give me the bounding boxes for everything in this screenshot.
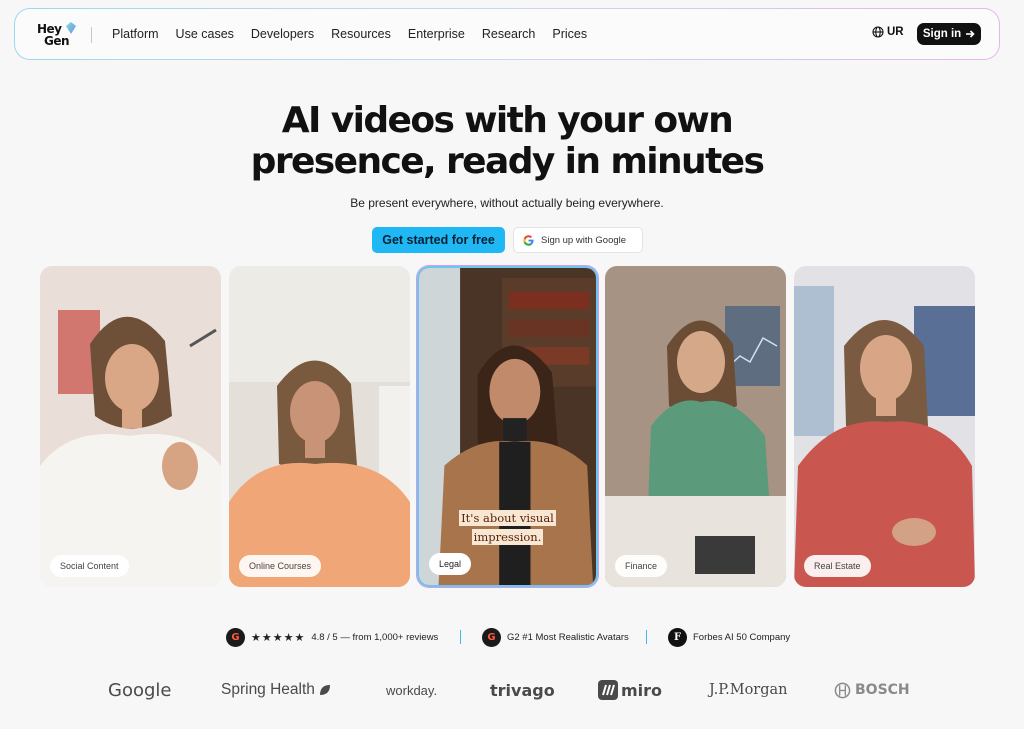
video-card-social-content[interactable]: Social Content (40, 266, 221, 587)
nav-link-use-cases[interactable]: Use cases (176, 27, 234, 41)
miro-icon (598, 680, 618, 700)
nav-link-developers[interactable]: Developers (251, 27, 314, 41)
logo-miro-text: miro (621, 680, 663, 700)
forbes-award: F Forbes AI 50 Company (668, 626, 790, 648)
logo-divider (91, 27, 92, 43)
nav-link-platform[interactable]: Platform (112, 27, 159, 41)
nav-link-enterprise[interactable]: Enterprise (408, 27, 465, 41)
get-started-button[interactable]: Get started for free (372, 227, 505, 253)
hero-headline: AI videos with your own presence, ready … (0, 100, 1014, 182)
nav-link-resources[interactable]: Resources (331, 27, 391, 41)
logo-trivago: trivago (490, 680, 555, 700)
leaf-icon (319, 685, 330, 695)
presenter-video-thumbnail (794, 266, 975, 587)
g2-award: G G2 #1 Most Realistic Avatars (482, 626, 629, 648)
video-card-finance[interactable]: Finance (605, 266, 786, 587)
nav-link-prices[interactable]: Prices (552, 27, 587, 41)
language-selector[interactable]: UR (872, 26, 904, 38)
logo-spring-health: Spring Health (221, 672, 332, 708)
social-proof-bar: G ★★★★★ 4.8 / 5 — from 1,000+ reviews G … (0, 626, 1014, 648)
rating-text: 4.8 / 5 — from 1,000+ reviews (311, 631, 439, 643)
google-icon (523, 234, 534, 246)
globe-icon (872, 26, 884, 38)
logo-text-gen: Gen (44, 34, 70, 48)
heygen-logo[interactable]: Hey Gen (37, 21, 79, 49)
g2-rating: G ★★★★★ 4.8 / 5 — from 1,000+ reviews (226, 626, 438, 648)
top-navbar: Hey Gen Platform Use cases Developers Re… (14, 8, 1000, 60)
bosch-icon (834, 682, 851, 698)
arrow-right-icon (966, 30, 975, 38)
google-signup-label: Sign up with Google (541, 234, 627, 246)
proof-divider (646, 630, 647, 644)
google-signup-button[interactable]: Sign up with Google (513, 227, 643, 253)
card-label: Social Content (50, 555, 129, 577)
presenter-video-thumbnail (40, 266, 221, 587)
g2-badge-icon: G (482, 627, 501, 647)
logo-spring-health-text: Spring Health (221, 681, 315, 698)
logo-miro: miro (598, 672, 662, 708)
sign-in-label: Sign in (922, 28, 962, 40)
logo-bosch: BOSCH (834, 672, 910, 708)
g2-badge-icon: G (226, 627, 245, 647)
card-label: Online Courses (239, 555, 322, 577)
hero-headline-line1: AI videos with your own (281, 100, 734, 141)
video-card-real-estate[interactable]: Real Estate (794, 266, 975, 587)
video-caption-line1: It's about visual (459, 510, 556, 526)
logo-workday: workday. (386, 682, 438, 698)
hero-headline-line2: presence, ready in minutes (250, 141, 765, 182)
presenter-video-thumbnail (229, 266, 410, 587)
logo-google: Google (108, 679, 172, 701)
nav-links: Platform Use cases Developers Resources … (112, 9, 604, 59)
card-label: Real Estate (804, 555, 871, 577)
logo-jpmorgan: J.P.Morgan (709, 682, 788, 698)
nav-link-research[interactable]: Research (482, 27, 536, 41)
language-label: UR (887, 26, 904, 38)
video-card-legal[interactable]: It's about visual impression. Legal (417, 266, 598, 587)
proof-divider (460, 630, 461, 644)
logo-gem-icon (66, 22, 76, 34)
presenter-video-thumbnail (605, 266, 786, 587)
card-label: Finance (615, 555, 668, 577)
video-caption-line2: impression. (471, 529, 544, 545)
star-rating-icons: ★★★★★ (251, 631, 306, 644)
sign-in-button[interactable]: Sign in (917, 23, 981, 45)
g2-award-text: G2 #1 Most Realistic Avatars (507, 631, 629, 643)
card-label: Legal (429, 553, 472, 575)
client-logos: Google Spring Health workday. trivago mi… (0, 672, 1024, 708)
video-card-online-courses[interactable]: Online Courses (229, 266, 410, 587)
forbes-badge-icon: F (668, 627, 687, 647)
hero-subheadline: Be present everywhere, without actually … (350, 196, 664, 210)
forbes-text: Forbes AI 50 Company (693, 631, 791, 643)
logo-bosch-text: BOSCH (855, 682, 910, 698)
